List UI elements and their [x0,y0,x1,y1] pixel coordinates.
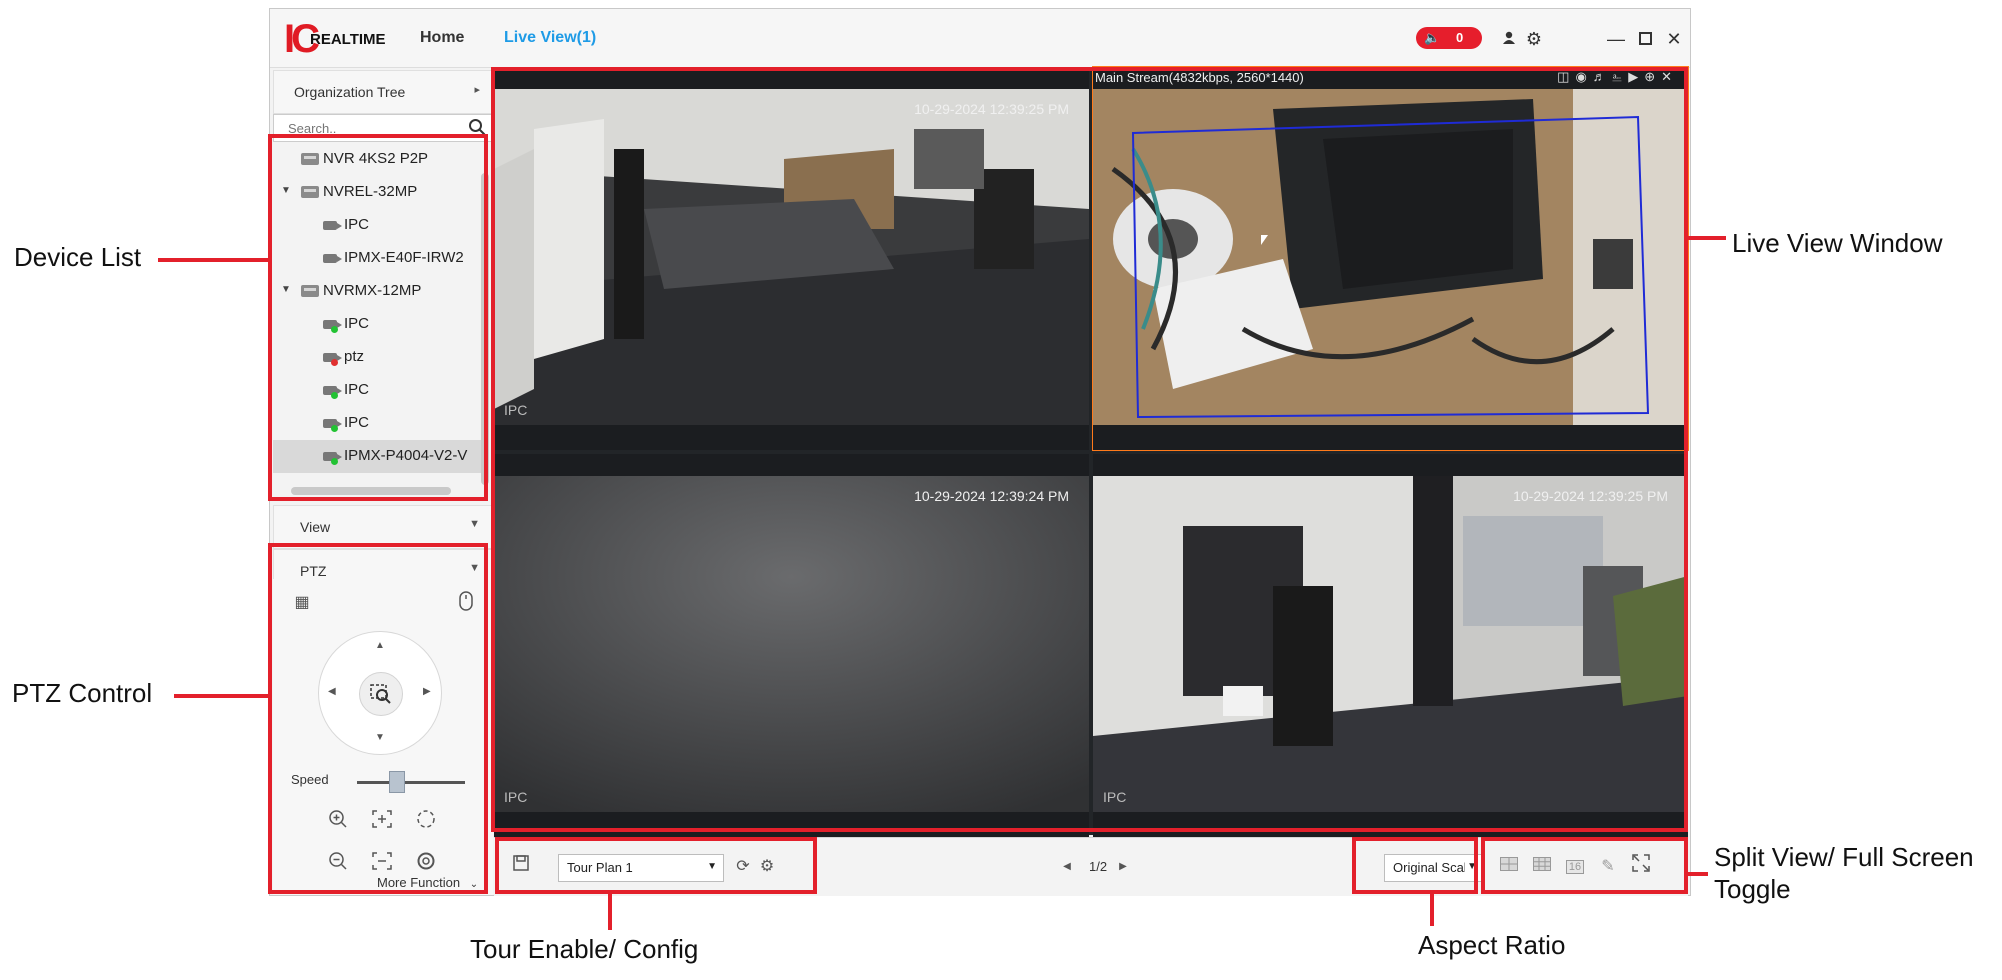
organization-tree-label: Organization Tree [294,84,406,100]
previous-page-icon[interactable]: ◀ [1054,854,1080,880]
device-list-annotation: Device List [14,242,142,272]
device-list-highlight [268,134,488,501]
live-view-leader [1688,236,1726,240]
ptz-control-leader [174,694,268,698]
nav-home-tab[interactable]: Home [420,29,464,47]
close-icon[interactable]: ✕ [1663,28,1685,50]
minimize-icon[interactable]: — [1605,28,1627,50]
tour-config-annotation: Tour Enable/ Config [470,934,699,964]
aspect-ratio-highlight [1352,837,1478,894]
view-panel-label: View [300,519,331,535]
top-bar: IC REALTIME Home Live View(1) 🔈 0 ⚙ — ✕ [270,9,1690,68]
aspect-ratio-annotation: Aspect Ratio [1418,930,1566,960]
chevron-down-icon: ▼ [469,518,480,530]
live-view-highlight [491,67,1688,832]
device-list-leader [158,258,268,262]
live-view-annotation: Live View Window [1732,228,1943,258]
maximize-icon[interactable] [1634,28,1656,50]
alarm-count: 0 [1456,30,1464,45]
ptz-control-highlight [268,543,488,894]
split-view-annotation-line2: Toggle [1714,874,1791,904]
alarm-speaker-icon: 🔈 [1424,30,1441,45]
tour-config-highlight [495,837,817,894]
next-page-icon[interactable]: ▶ [1110,854,1136,880]
user-icon[interactable] [1498,28,1520,50]
organization-tree-header[interactable]: Organization Tree ▸ [273,70,495,114]
ptz-control-annotation: PTZ Control [12,678,153,708]
split-view-highlight [1481,837,1688,894]
split-view-annotation-line1: Split View/ Full Screen [1714,842,1974,872]
tour-config-leader [608,894,612,930]
page-indicator: 1/2 [1089,859,1108,874]
chevron-right-icon: ▸ [474,84,480,96]
nav-live-view-tab[interactable]: Live View(1) [504,29,596,47]
logo-text: REALTIME [310,31,386,48]
alarm-counter-button[interactable]: 🔈 0 [1416,27,1482,49]
aspect-ratio-leader [1430,894,1434,926]
split-view-leader [1688,872,1708,876]
settings-gear-icon[interactable]: ⚙ [1523,28,1545,50]
